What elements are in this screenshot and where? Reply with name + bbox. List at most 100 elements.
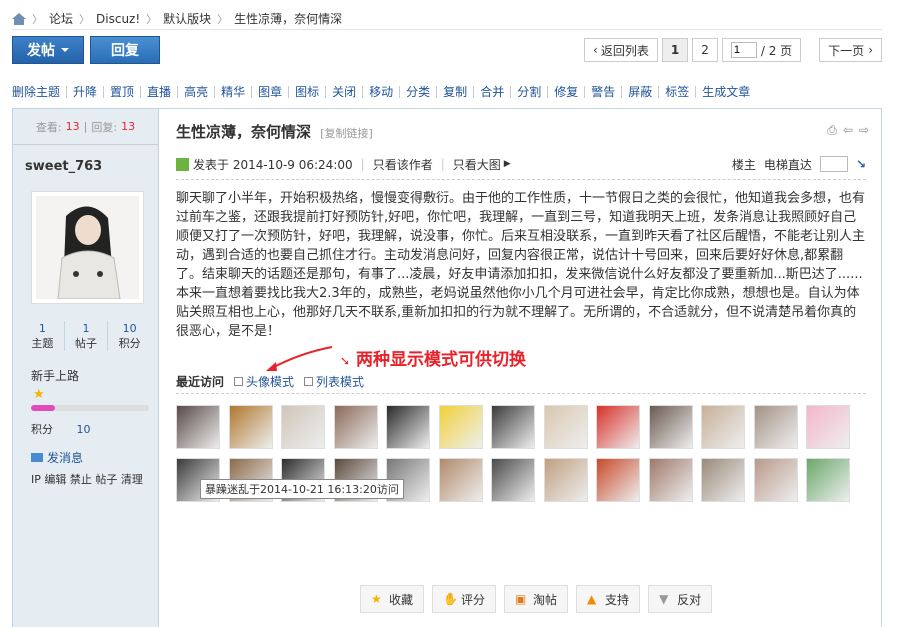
- back-to-list-button[interactable]: ‹ 返回列表: [584, 38, 658, 62]
- next-page-button[interactable]: 下一页 ›: [819, 38, 882, 62]
- post-meta: 发表于 2014-10-9 06:24:00 | 只看该作者 | 只看大图 ▶ …: [176, 155, 866, 173]
- list-mode-label: 列表模式: [316, 375, 365, 389]
- goto-arrow-icon[interactable]: ↘: [856, 157, 866, 171]
- page-2-link[interactable]: 2: [692, 38, 718, 62]
- topic-count-label: 主题: [31, 337, 54, 350]
- prev-thread-icon[interactable]: ⇦: [843, 123, 853, 138]
- post-count[interactable]: 1 帖子: [63, 321, 108, 351]
- page-jump-input[interactable]: [730, 42, 757, 58]
- visitor-avatar[interactable]: [438, 405, 483, 449]
- avatar-image: [36, 196, 139, 299]
- page-jump: / 2 页: [721, 38, 802, 62]
- admin-ban[interactable]: 屏蔽: [621, 86, 658, 98]
- visitor-avatar[interactable]: [491, 405, 535, 449]
- visitor-avatar[interactable]: [701, 458, 745, 502]
- avatar-mode-toggle[interactable]: 头像模式: [234, 373, 294, 390]
- topic-count[interactable]: 1 主题: [21, 321, 64, 351]
- admin-generate-article[interactable]: 生成文章: [695, 86, 756, 98]
- visitor-avatar[interactable]: [596, 405, 640, 449]
- admin-split[interactable]: 分割: [510, 86, 547, 98]
- admin-copy[interactable]: 复制: [436, 86, 473, 98]
- visitor-avatar[interactable]: [806, 405, 850, 449]
- credits-label: 积分: [31, 423, 53, 436]
- meta-sep: |: [360, 157, 365, 171]
- visitor-avatar[interactable]: [333, 405, 378, 449]
- author-only-link[interactable]: 只看该作者: [373, 156, 433, 173]
- admin-warn[interactable]: 警告: [584, 86, 621, 98]
- list-mode-icon: [304, 377, 314, 386]
- list-mode-toggle[interactable]: 列表模式: [304, 373, 364, 390]
- admin-repair[interactable]: 修复: [547, 86, 584, 98]
- breadcrumb-board[interactable]: 默认版块: [163, 10, 211, 27]
- copy-link[interactable]: [复制链接]: [320, 127, 373, 140]
- support-button[interactable]: ▲ 支持: [576, 585, 641, 613]
- admin-category[interactable]: 分类: [399, 86, 436, 98]
- admin-tag[interactable]: 标签: [658, 86, 695, 98]
- breadcrumb: 〉 论坛 〉 Discuz! 〉 默认版块 〉 生性凉薄，奈何情深: [12, 8, 882, 30]
- admin-sticky[interactable]: 置顶: [103, 86, 140, 98]
- credit-count[interactable]: 10 积分: [107, 321, 151, 351]
- visits-divider: [176, 393, 866, 394]
- breadcrumb-thread[interactable]: 生性凉薄，奈何情深: [234, 10, 342, 27]
- credit-count-value: 10: [122, 322, 137, 335]
- visitor-avatar[interactable]: [543, 405, 588, 449]
- admin-toolbar: 删除主题 升降 置顶 直播 高亮 精华 图章 图标 关闭 移动 分类 复制 合并…: [12, 84, 756, 100]
- visitor-avatar[interactable]: [176, 405, 220, 449]
- admin-highlight[interactable]: 高亮: [177, 86, 214, 98]
- visitor-avatar[interactable]: [596, 458, 640, 502]
- goto-label: 电梯直达: [763, 157, 812, 172]
- visitor-avatar[interactable]: [648, 458, 693, 502]
- rate-button[interactable]: ✋ 评分: [432, 585, 497, 613]
- visitor-avatar[interactable]: [701, 405, 745, 449]
- chevron-right-icon: 〉: [146, 12, 158, 26]
- moderation-links[interactable]: IP 编辑 禁止 帖子 清理: [31, 471, 143, 487]
- admin-live[interactable]: 直播: [140, 86, 177, 98]
- visitor-avatar[interactable]: [438, 458, 483, 502]
- avatar-figure-icon: [36, 196, 139, 299]
- visitor-avatar[interactable]: [648, 405, 693, 449]
- admin-bump[interactable]: 升降: [66, 86, 103, 98]
- page-1-link[interactable]: 1: [661, 38, 689, 62]
- admin-move[interactable]: 移动: [362, 86, 399, 98]
- visitor-avatar[interactable]: [753, 458, 798, 502]
- admin-icon[interactable]: 图标: [288, 86, 325, 98]
- recent-visits-header: 最近访问 头像模式 列表模式: [176, 373, 364, 390]
- author-username[interactable]: sweet_763: [25, 159, 102, 174]
- send-message-label: 发消息: [47, 451, 84, 465]
- admin-stamp[interactable]: 图章: [251, 86, 288, 98]
- visitor-avatar[interactable]: [543, 458, 588, 502]
- visitor-avatar[interactable]: [806, 458, 850, 502]
- admin-merge[interactable]: 合并: [473, 86, 510, 98]
- floor-goto-input[interactable]: [819, 156, 848, 172]
- thread-title: 生性凉薄，奈何情深 [复制链接]: [176, 121, 373, 142]
- admin-digest[interactable]: 精华: [214, 86, 251, 98]
- credits-value: 10: [76, 423, 91, 436]
- breadcrumb-forum[interactable]: 论坛: [49, 10, 73, 27]
- visitor-avatar[interactable]: [281, 405, 325, 449]
- thumb-up-icon: ▲: [587, 592, 597, 606]
- favorite-button[interactable]: ★ 收藏: [360, 585, 425, 613]
- user-rank[interactable]: 新手上路: [31, 367, 79, 384]
- new-post-button[interactable]: 发帖: [12, 36, 84, 64]
- visitor-avatar[interactable]: [753, 405, 798, 449]
- chevron-right-icon: 〉: [32, 12, 43, 26]
- next-thread-icon[interactable]: ⇨: [859, 123, 869, 138]
- large-image-link[interactable]: 只看大图: [453, 156, 501, 173]
- visitor-avatar[interactable]: [491, 458, 535, 502]
- reply-button[interactable]: 回复: [90, 36, 160, 64]
- send-message-link[interactable]: 发消息: [31, 449, 83, 466]
- stats-sep: |: [83, 120, 88, 133]
- breadcrumb-discuz[interactable]: Discuz!: [96, 12, 140, 26]
- visitor-avatar[interactable]: [386, 405, 430, 449]
- avatar[interactable]: [31, 191, 144, 304]
- rate-icon: ✋: [443, 592, 458, 606]
- collect-button[interactable]: ▣ 淘帖: [504, 585, 569, 613]
- oppose-button[interactable]: ▼ 反对: [648, 585, 713, 613]
- pager: ‹ 返回列表 1 2 / 2 页 下一页 ›: [584, 38, 882, 62]
- visitor-avatar[interactable]: [228, 405, 273, 449]
- admin-delete[interactable]: 删除主题: [12, 86, 66, 98]
- print-icon[interactable]: ⎙: [827, 123, 837, 138]
- admin-close[interactable]: 关闭: [325, 86, 362, 98]
- home-icon[interactable]: [12, 12, 26, 25]
- next-page-label: 下一页: [828, 43, 865, 58]
